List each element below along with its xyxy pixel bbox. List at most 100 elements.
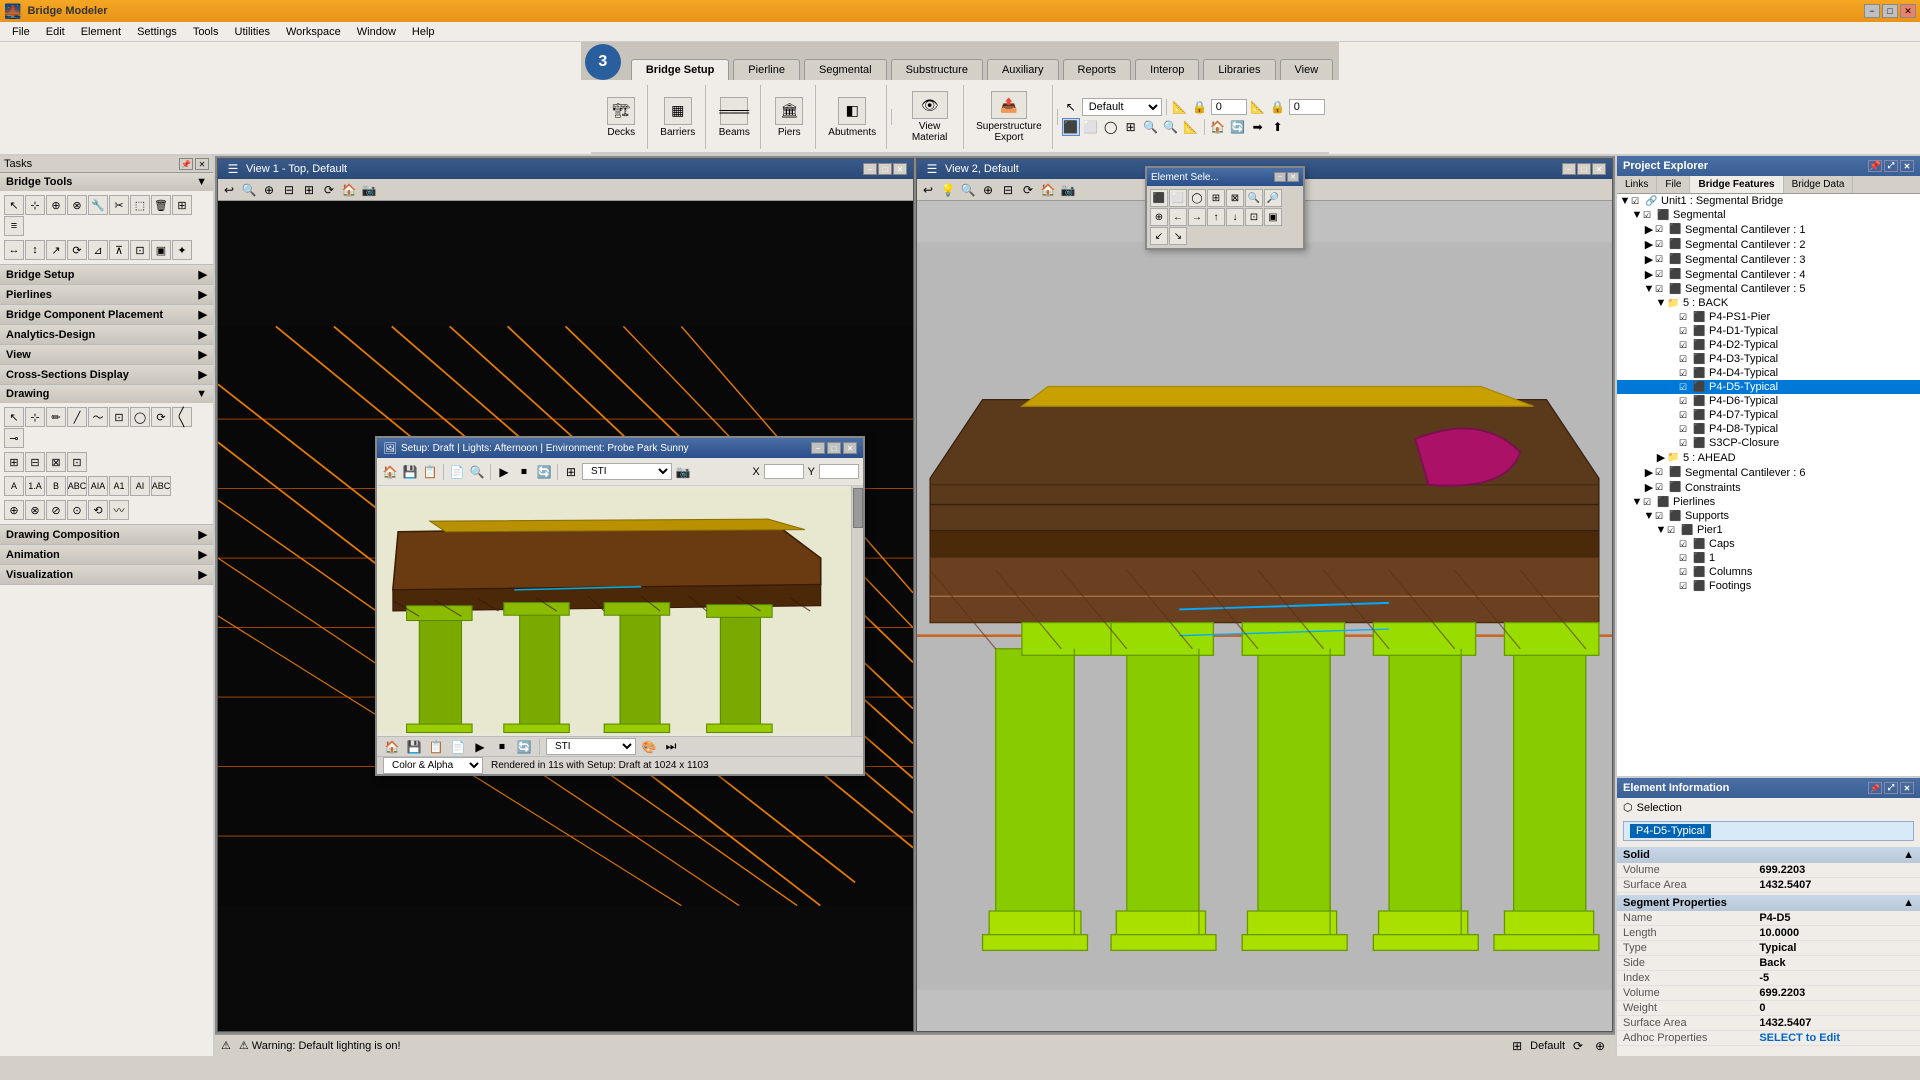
tool-5[interactable]: 🔧 [88,195,108,215]
tool-15[interactable]: ⊿ [88,240,108,260]
v1t-4[interactable]: ⊟ [280,181,298,199]
piers-button[interactable]: 🏛 Piers [769,95,809,140]
view2-close[interactable]: ✕ [1592,163,1606,175]
explorer-float[interactable]: ⤢ [1884,160,1898,172]
v1t-3[interactable]: ⊕ [260,181,278,199]
v1t-2[interactable]: 🔍 [240,181,258,199]
draw-tool-5[interactable]: 〜 [88,407,108,427]
tool-3[interactable]: ⊕ [46,195,66,215]
toolbar-icon-4[interactable]: 📐 [1249,98,1267,116]
draw-tool-8[interactable]: ⟳ [151,407,171,427]
p4d2-check[interactable]: ☑ [1679,340,1693,351]
menu-utilities[interactable]: Utilities [227,24,278,40]
misc-tool-1[interactable]: ⊕ [4,500,24,520]
ft-4[interactable]: 📄 [448,463,466,481]
tool-select[interactable]: ↖ [4,195,24,215]
tab-libraries[interactable]: Libraries [1203,59,1275,80]
tool-9[interactable]: ⊞ [172,195,192,215]
misc-tool-4[interactable]: ⊙ [67,500,87,520]
tree-item-columns[interactable]: ☑ ⬛ Columns [1617,565,1920,579]
tree-item-segmental[interactable]: ▼ ☑ ⬛ Segmental [1617,208,1920,222]
es-btn-14[interactable]: ▣ [1264,208,1282,226]
toolbar-icon-2[interactable]: 📐 [1171,98,1189,116]
v1t-5[interactable]: ⊞ [300,181,318,199]
text-tool-2[interactable]: 1.A [25,476,45,496]
menu-settings[interactable]: Settings [129,24,185,40]
v2t-3[interactable]: 🔍 [959,181,977,199]
text-tool-7[interactable]: AI [130,476,150,496]
elem-sel-minimize[interactable]: − [1274,172,1286,182]
tree-item-footings[interactable]: ☑ ⬛ Footings [1617,579,1920,593]
draw-tool-12[interactable]: ⊟ [25,452,45,472]
tree-item-s3cp[interactable]: ☑ ⬛ S3CP-Closure [1617,436,1920,450]
superstructure-export-button[interactable]: 📤 SuperstructureExport [972,89,1046,145]
draw-tool-6[interactable]: ⊡ [109,407,129,427]
tool-2[interactable]: ⊹ [25,195,45,215]
draw-tool-9[interactable]: 〱 [172,407,192,427]
tree-item-cant3[interactable]: ▶ ☑ ⬛ Segmental Cantilever : 3 [1617,252,1920,267]
tree-item-p4d1[interactable]: ☑ ⬛ P4-D1-Typical [1617,324,1920,338]
bridge-component-header[interactable]: Bridge Component Placement ▶ [0,305,213,324]
view-btn-2[interactable]: 🔄 [1229,118,1247,136]
toolbar-icon-5[interactable]: 🔒 [1269,98,1287,116]
misc-tool-5[interactable]: ⟲ [88,500,108,520]
p4ps1-check[interactable]: ☑ [1679,312,1693,323]
solid-section-header[interactable]: Solid ▲ [1617,847,1920,863]
cant3-check[interactable]: ☑ [1655,254,1669,265]
ft-7[interactable]: ⏹ [515,463,533,481]
v1t-7[interactable]: 🏠 [340,181,358,199]
v1t-8[interactable]: 📷 [360,181,378,199]
columns-check[interactable]: ☑ [1679,567,1693,578]
es-btn-4[interactable]: ⊞ [1207,189,1225,207]
view-btn-4[interactable]: ⬆ [1269,118,1287,136]
snap-btn-7[interactable]: 📐 [1182,118,1200,136]
status-icon-2[interactable]: ⟳ [1569,1037,1587,1055]
ei-pin[interactable]: 📌 [1868,782,1882,794]
es-btn-5[interactable]: ⊠ [1226,189,1244,207]
tree-item-cant5[interactable]: ▼ ☑ ⬛ Segmental Cantilever : 5 [1617,282,1920,296]
ft-2[interactable]: 💾 [401,463,419,481]
status-icon-1[interactable]: ⊞ [1508,1037,1526,1055]
fs-dropdown[interactable]: STI [546,738,636,755]
draw-tool-4[interactable]: ╱ [67,407,87,427]
misc-tool-2[interactable]: ⊗ [25,500,45,520]
tool-12[interactable]: ↕ [25,240,45,260]
tree-item-p4d8[interactable]: ☑ ⬛ P4-D8-Typical [1617,422,1920,436]
menu-help[interactable]: Help [404,24,443,40]
cross-sections-header[interactable]: Cross-Sections Display ▶ [0,365,213,384]
s3cp-check[interactable]: ☑ [1679,438,1693,449]
snap-btn-1[interactable]: ⬛ [1062,118,1080,136]
tree-item-1[interactable]: ☑ ⬛ 1 [1617,551,1920,565]
pier1-check[interactable]: ☑ [1667,525,1681,536]
tab-pierline[interactable]: Pierline [733,59,800,80]
menu-file[interactable]: File [4,24,38,40]
view-header-left[interactable]: View ▶ [0,345,213,364]
text-tool-1[interactable]: A [4,476,24,496]
fs-8[interactable]: 🎨 [640,738,658,756]
es-btn-8[interactable]: ⊕ [1150,208,1168,226]
fs-3[interactable]: 📋 [427,738,445,756]
barriers-button[interactable]: ▦ Barriers [656,95,699,140]
view-btn-3[interactable]: ➡ [1249,118,1267,136]
tree-item-p4d6[interactable]: ☑ ⬛ P4-D6-Typical [1617,394,1920,408]
footings-check[interactable]: ☑ [1679,581,1693,592]
explorer-close[interactable]: ✕ [1900,160,1914,172]
toolbar-icon-3[interactable]: 🔒 [1191,98,1209,116]
drawing-header[interactable]: Drawing ▼ [0,385,213,403]
exp-tab-bridge-data[interactable]: Bridge Data [1784,176,1854,193]
tool-14[interactable]: ⟳ [67,240,87,260]
view2-maximize[interactable]: □ [1577,163,1591,175]
status-icon-3[interactable]: ⊕ [1591,1037,1609,1055]
ei-close[interactable]: ✕ [1900,782,1914,794]
view2-menu[interactable]: ☰ [923,160,941,178]
p4d4-check[interactable]: ☑ [1679,368,1693,379]
fs-9[interactable]: ⏭ [662,738,680,756]
tab-segmental[interactable]: Segmental [804,59,887,80]
tree-item-5back[interactable]: ▼ 📁 5 : BACK [1617,296,1920,310]
ft-9[interactable]: ⊞ [562,463,580,481]
fs-4[interactable]: 📄 [449,738,467,756]
animation-header[interactable]: Animation ▶ [0,545,213,564]
v1t-1[interactable]: ↩ [220,181,238,199]
mode-dropdown[interactable]: Default [1082,98,1162,116]
tree-item-cant1[interactable]: ▶ ☑ ⬛ Segmental Cantilever : 1 [1617,222,1920,237]
